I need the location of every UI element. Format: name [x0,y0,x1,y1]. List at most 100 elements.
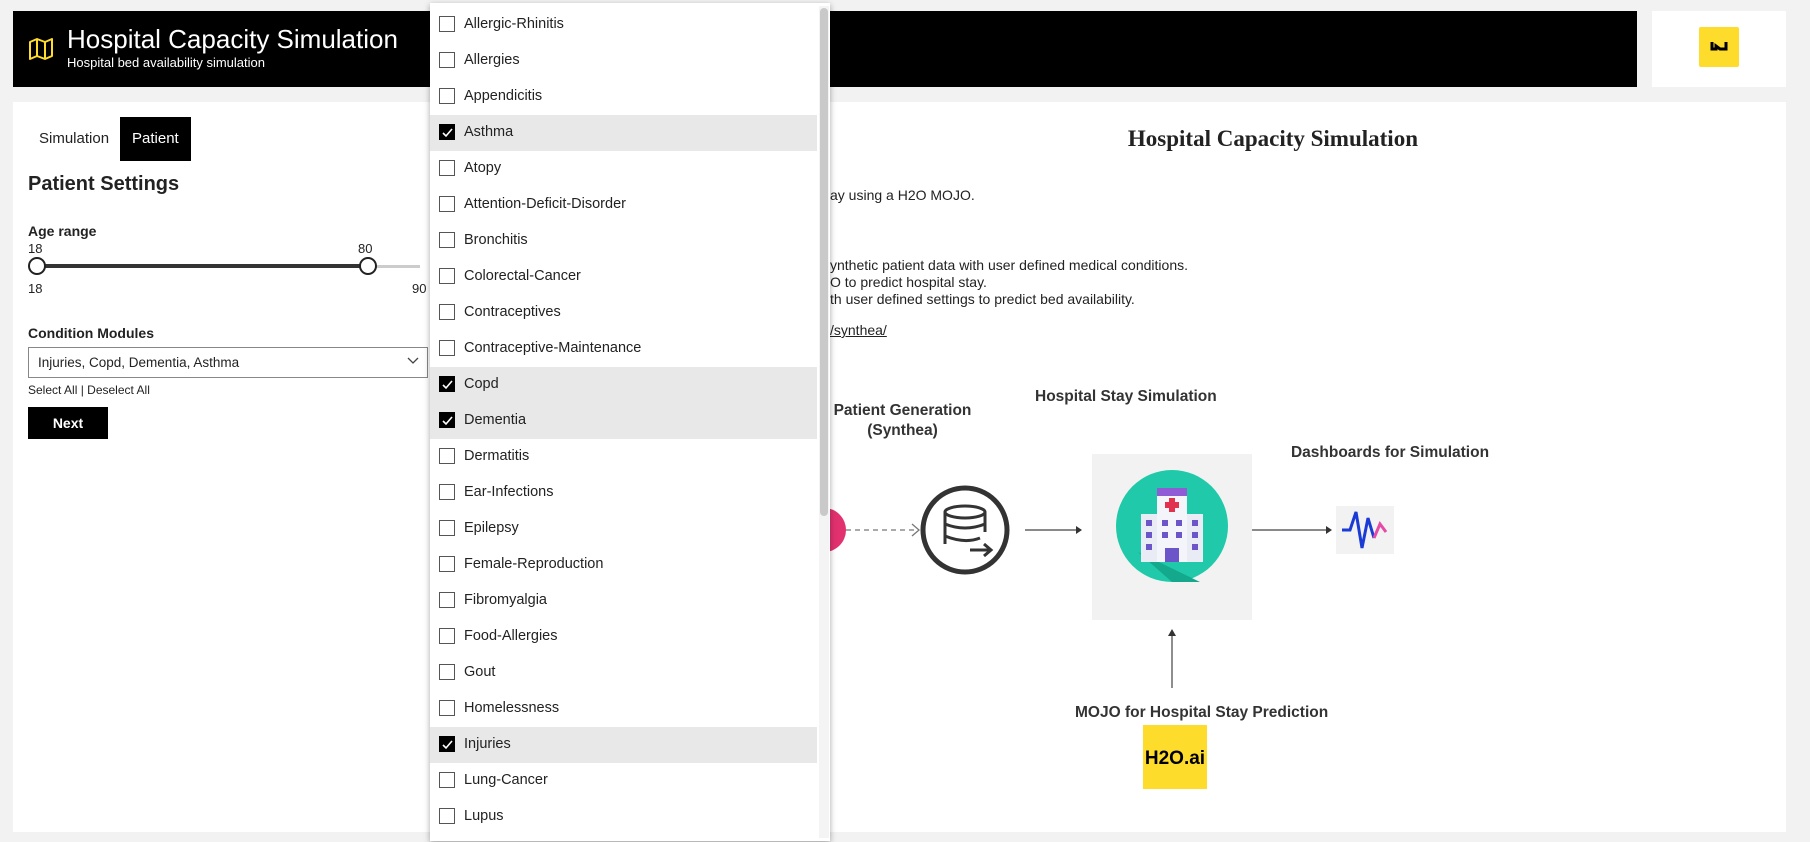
checkbox-checked[interactable] [439,376,455,392]
dropdown-option[interactable]: Atopy [430,151,817,187]
dropdown-option[interactable]: Contraceptive-Maintenance [430,331,817,367]
map-icon [29,38,53,60]
synthea-link[interactable]: /synthea/ [830,322,887,338]
checkbox[interactable] [439,340,455,356]
dropdown-option[interactable]: Copd [430,367,817,403]
dropdown-option[interactable]: Colorectal-Cancer [430,259,817,295]
dropdown-option[interactable]: Fibromyalgia [430,583,817,619]
dropdown-option-label: Homelessness [464,700,560,716]
dropdown-option[interactable]: Female-Reproduction [430,547,817,583]
dropdown-option[interactable]: Dementia [430,403,817,439]
dropdown-option-label: Ear-Infections [464,484,554,500]
dropdown-option-label: Epilepsy [464,520,519,536]
checkbox-checked[interactable] [439,412,455,428]
dropdown-option[interactable]: Lung-Cancer [430,763,817,799]
dropdown-option[interactable]: Contraceptives [430,295,817,331]
condition-modules-select[interactable]: Injuries, Copd, Dementia, Asthma [28,347,428,378]
dropdown-option[interactable]: Gout [430,655,817,691]
checkbox[interactable] [439,520,455,536]
age-range-label: Age range [28,223,97,239]
checkmark-icon [441,127,453,137]
checkbox[interactable] [439,448,455,464]
description-line: th user defined settings to predict bed … [830,291,1135,307]
checkbox[interactable] [439,160,455,176]
section-heading: Patient Settings [28,173,180,195]
page-title: Hospital Capacity Simulation [1127,126,1418,151]
checkbox[interactable] [439,484,455,500]
checkbox[interactable] [439,52,455,68]
dropdown-option[interactable]: Bronchitis [430,223,817,259]
age-slider-low-handle[interactable] [28,257,46,275]
checkbox[interactable] [439,592,455,608]
h2o-ai-logo: H2O.ai [1143,725,1207,789]
dropdown-option[interactable]: Food-Allergies [430,619,817,655]
dropdown-option-label: Atopy [464,160,502,176]
condition-modules-label: Condition Modules [28,325,154,341]
description-line: ynthetic patient data with user defined … [830,257,1188,273]
dropdown-option-label: Food-Allergies [464,628,558,644]
checkbox[interactable] [439,664,455,680]
checkbox[interactable] [439,196,455,212]
checkbox[interactable] [439,772,455,788]
dropdown-option-label: Lupus [464,808,504,824]
checkbox[interactable] [439,808,455,824]
age-slider-fill [36,264,367,268]
checkbox-checked[interactable] [439,124,455,140]
chevron-down-icon [407,357,419,364]
checkbox[interactable] [439,16,455,32]
next-button[interactable]: Next [28,407,108,439]
age-max-label: 90 [412,281,427,296]
dropdown-option[interactable]: Allergic-Rhinitis [430,7,817,43]
select-links: Select All | Deselect All [28,383,150,397]
checkbox[interactable] [439,88,455,104]
condition-modules-dropdown[interactable]: Allergic-Rhinitis Allergies Appendicitis As… [430,3,830,841]
h2o-wave-logo-icon [1699,27,1739,67]
dropdown-option-label: Asthma [464,124,514,140]
dropdown-option[interactable]: Attention-Deficit-Disorder [430,187,817,223]
app-subtitle: Hospital bed availability simulation [67,55,265,70]
checkbox-checked[interactable] [439,736,455,752]
tab-patient[interactable]: Patient [120,117,191,161]
dropdown-option-label: Fibromyalgia [464,592,547,608]
description-line: O to predict hospital stay. [830,274,987,290]
dropdown-option-label: Contraceptives [464,304,561,320]
dropdown-option-label: Dementia [464,412,527,428]
logo-card [1652,11,1786,87]
dropdown-option[interactable]: Allergies [430,43,817,79]
dropdown-option-label: Contraceptive-Maintenance [464,340,642,356]
dropdown-scroll-thumb[interactable] [820,8,828,516]
checkbox[interactable] [439,304,455,320]
select-all-link[interactable]: Select All [28,383,77,397]
patient-source-icon [830,508,846,552]
dropdown-option[interactable]: Ear-Infections [430,475,817,511]
checkbox[interactable] [439,268,455,284]
checkmark-icon [441,415,453,425]
dropdown-option[interactable]: Epilepsy [430,511,817,547]
tab-simulation[interactable]: Simulation [27,117,121,161]
dropdown-option-label: Appendicitis [464,88,543,104]
svg-text:H2O.ai: H2O.ai [1145,748,1205,769]
age-low-value: 18 [28,241,43,256]
description-line: ay using a H2O MOJO. [830,187,975,203]
dropdown-option[interactable]: Appendicitis [430,79,817,115]
checkbox[interactable] [439,556,455,572]
checkbox[interactable] [439,232,455,248]
dropdown-option[interactable]: Asthma [430,115,817,151]
dropdown-option-label: Allergic-Rhinitis [464,16,564,32]
dropdown-option[interactable]: Homelessness [430,691,817,727]
database-icon [920,485,1010,575]
dropdown-option[interactable]: Dermatitis [430,439,817,475]
age-high-value: 80 [358,241,373,256]
age-min-label: 18 [28,281,43,296]
hospital-stay-label: Hospital Stay Simulation [1035,388,1217,405]
link-separator: | [80,383,84,397]
checkbox[interactable] [439,628,455,644]
dropdown-option[interactable]: Lupus [430,799,817,835]
deselect-all-link[interactable]: Deselect All [87,383,150,397]
dropdown-option-label: Colorectal-Cancer [464,268,581,284]
checkbox[interactable] [439,700,455,716]
dropdown-option[interactable]: Injuries [430,727,817,763]
age-slider-high-handle[interactable] [358,257,377,275]
dropdown-option-label: Dermatitis [464,448,530,464]
dropdown-option-label: Copd [464,376,499,392]
